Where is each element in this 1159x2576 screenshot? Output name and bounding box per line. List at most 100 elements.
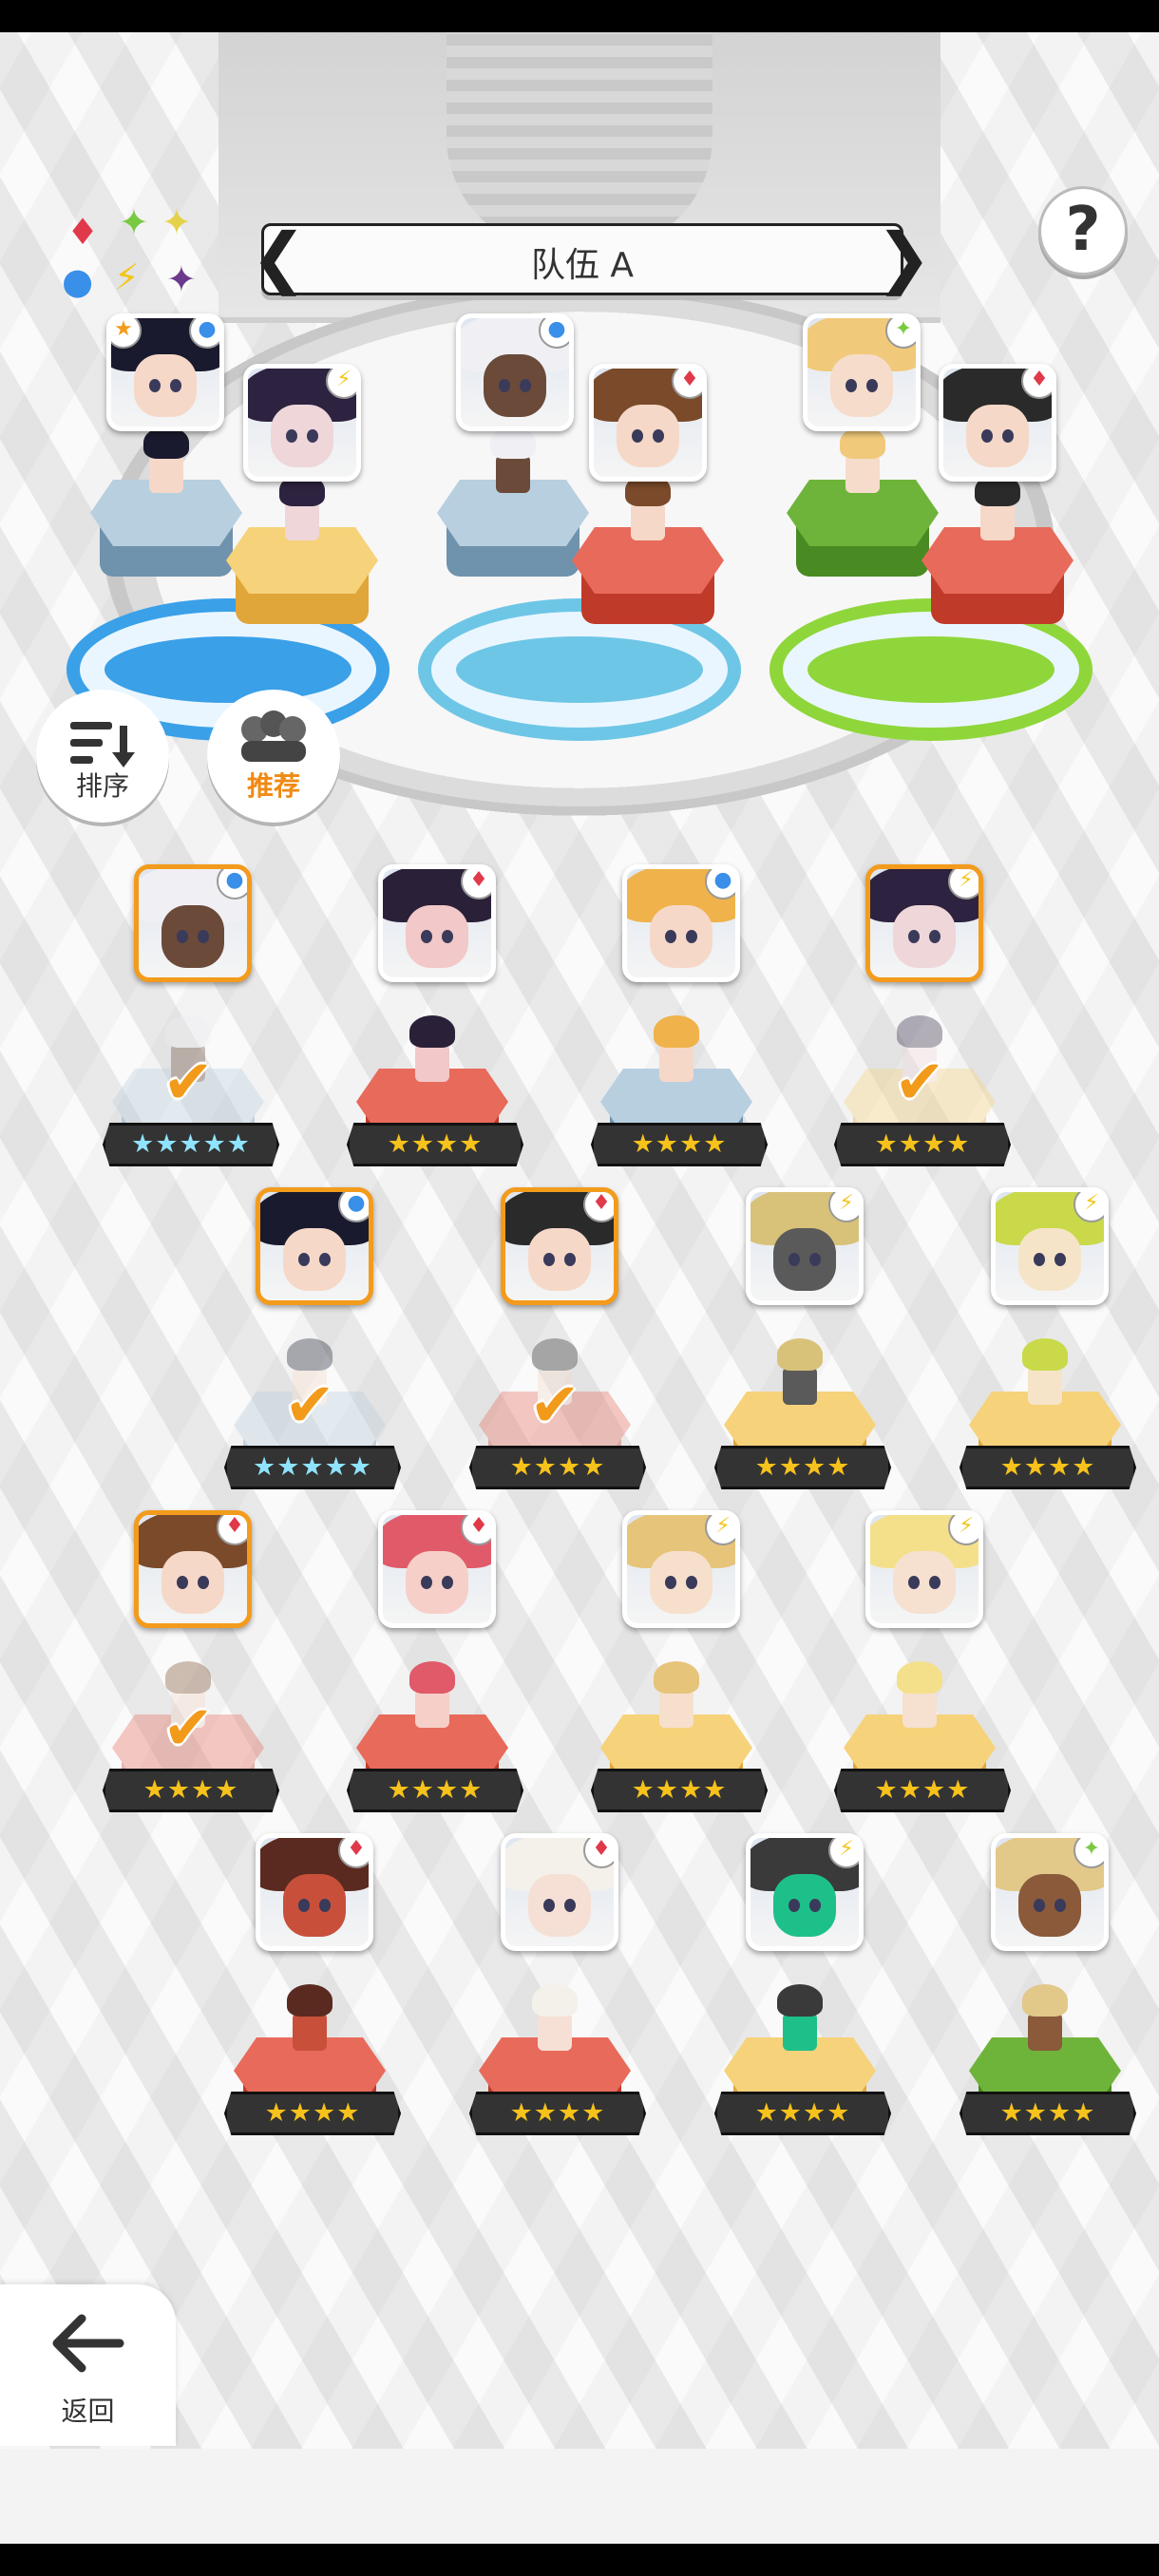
character-portrait[interactable]: ● bbox=[456, 313, 574, 431]
portrait-face bbox=[1018, 1228, 1081, 1291]
character-pedestal[interactable] bbox=[922, 474, 1074, 641]
character-pedestal[interactable] bbox=[787, 426, 939, 594]
portrait-face bbox=[283, 1228, 346, 1291]
portrait-face bbox=[162, 905, 224, 968]
rarity-stars: ★★★★ bbox=[591, 1769, 768, 1812]
sprite-body bbox=[846, 455, 880, 493]
character-portrait[interactable]: ♦ bbox=[256, 1833, 373, 1951]
portrait-eye bbox=[653, 429, 664, 443]
portrait-eye bbox=[298, 1253, 310, 1266]
portrait-face bbox=[1018, 1874, 1081, 1937]
portrait-face bbox=[773, 1228, 836, 1291]
pixel-character-sprite bbox=[274, 474, 331, 542]
character-portrait[interactable]: ● bbox=[134, 864, 252, 982]
sprite-head bbox=[1022, 1338, 1068, 1371]
character-pedestal[interactable] bbox=[572, 474, 724, 641]
thunder-attribute-icon: ⚡ bbox=[828, 1192, 859, 1222]
rarity-stars: ★★★★★ bbox=[103, 1123, 279, 1166]
portrait-eye bbox=[319, 1899, 331, 1912]
sprite-body bbox=[659, 1044, 694, 1082]
back-button[interactable]: 返回 bbox=[0, 2284, 176, 2446]
sprite-head bbox=[777, 1984, 823, 2017]
water-attribute-icon: ● bbox=[705, 869, 735, 900]
character-portrait[interactable]: ⚡ bbox=[746, 1833, 864, 1951]
character-portrait[interactable]: ✦ bbox=[803, 313, 921, 431]
character-portrait[interactable]: ⚡ bbox=[991, 1187, 1109, 1305]
portrait-face bbox=[271, 405, 333, 467]
character-portrait[interactable]: ⚡ bbox=[746, 1187, 864, 1305]
portrait-eye bbox=[809, 1899, 821, 1912]
attribute-legend: ♦ ✦ ✦ ● ⚡ ✦ bbox=[57, 204, 209, 309]
character-portrait[interactable]: ♦ bbox=[501, 1187, 618, 1305]
navigation-bar bbox=[0, 2544, 1159, 2576]
sprite-body bbox=[538, 2013, 572, 2051]
rarity-stars: ★★★★ bbox=[960, 2092, 1136, 2135]
fire-attribute-icon: ♦ bbox=[338, 1838, 369, 1868]
character-pedestal[interactable] bbox=[437, 426, 589, 594]
thunder-attribute-icon: ⚡ bbox=[705, 1515, 735, 1545]
water-attribute-icon: ● bbox=[217, 869, 247, 900]
legend-attribute-icon: ✦ bbox=[119, 201, 149, 243]
character-portrait[interactable]: ♦ bbox=[134, 1510, 252, 1628]
portrait-eye bbox=[908, 930, 920, 943]
portrait-eye bbox=[198, 1576, 209, 1589]
portrait-face bbox=[830, 354, 893, 417]
sprite-body bbox=[149, 455, 183, 493]
pixel-character-sprite bbox=[771, 1338, 828, 1407]
pixel-character-sprite bbox=[834, 426, 891, 495]
pixel-character-sprite bbox=[281, 1984, 338, 2053]
character-portrait[interactable]: ♦ bbox=[378, 864, 496, 982]
thunder-attribute-icon: ⚡ bbox=[948, 1515, 978, 1545]
character-portrait[interactable]: ● bbox=[622, 864, 740, 982]
character-portrait[interactable]: ⚡ bbox=[865, 864, 983, 982]
in-team-check-icon: ✔ bbox=[162, 1694, 214, 1764]
sprite-body bbox=[1028, 2013, 1062, 2051]
pixel-character-sprite bbox=[1016, 1984, 1074, 2053]
portrait-eye bbox=[286, 429, 297, 443]
portrait-face bbox=[528, 1228, 591, 1291]
character-portrait[interactable]: ♦ bbox=[939, 364, 1056, 482]
portrait-eye bbox=[908, 1576, 920, 1589]
back-arrow-icon bbox=[52, 2314, 124, 2373]
portrait-eye bbox=[170, 379, 181, 392]
rarity-stars: ★★★★ bbox=[960, 1446, 1136, 1489]
portrait-eye bbox=[421, 930, 432, 943]
character-portrait[interactable]: ⚡ bbox=[243, 364, 361, 482]
portrait-eye bbox=[809, 1253, 821, 1266]
legend-attribute-icon: ✦ bbox=[162, 201, 192, 243]
recommend-button[interactable]: 推荐 bbox=[207, 690, 340, 823]
portrait-eye bbox=[1034, 1899, 1045, 1912]
character-pedestal[interactable] bbox=[90, 426, 242, 594]
fire-attribute-icon: ♦ bbox=[672, 369, 702, 399]
character-portrait[interactable]: ♦ bbox=[501, 1833, 618, 1951]
fire-attribute-icon: ♦ bbox=[461, 869, 491, 900]
sprite-head bbox=[409, 1015, 455, 1048]
next-team-button[interactable]: ❯ bbox=[876, 220, 932, 298]
portrait-eye bbox=[307, 429, 318, 443]
portrait-face bbox=[773, 1874, 836, 1937]
character-portrait[interactable]: ♦ bbox=[589, 364, 707, 482]
portrait-eye bbox=[442, 930, 453, 943]
character-portrait[interactable]: ● bbox=[256, 1187, 373, 1305]
rarity-stars: ★★★★★ bbox=[224, 1446, 401, 1489]
portrait-eye bbox=[929, 930, 940, 943]
character-pedestal[interactable] bbox=[226, 474, 378, 641]
character-portrait[interactable]: ⚡ bbox=[622, 1510, 740, 1628]
sprite-body bbox=[783, 2013, 817, 2051]
portrait-eye bbox=[1054, 1899, 1066, 1912]
thunder-attribute-icon: ⚡ bbox=[948, 869, 978, 900]
legend-attribute-icon: ● bbox=[62, 260, 94, 302]
portrait-eye bbox=[564, 1253, 576, 1266]
rarity-stars: ★★★★ bbox=[347, 1123, 523, 1166]
sprite-body bbox=[631, 502, 665, 540]
character-portrait[interactable]: ♦ bbox=[378, 1510, 496, 1628]
rarity-stars: ★★★★ bbox=[834, 1123, 1011, 1166]
thunder-attribute-icon: ⚡ bbox=[1074, 1192, 1104, 1222]
portrait-face bbox=[484, 354, 546, 417]
character-portrait[interactable]: ✦ bbox=[991, 1833, 1109, 1951]
fire-attribute-icon: ♦ bbox=[583, 1838, 614, 1868]
sort-button[interactable]: 排序 bbox=[36, 690, 169, 823]
help-button[interactable]: ? bbox=[1038, 186, 1128, 275]
character-portrait[interactable]: ● ★ bbox=[106, 313, 224, 431]
character-portrait[interactable]: ⚡ bbox=[865, 1510, 983, 1628]
